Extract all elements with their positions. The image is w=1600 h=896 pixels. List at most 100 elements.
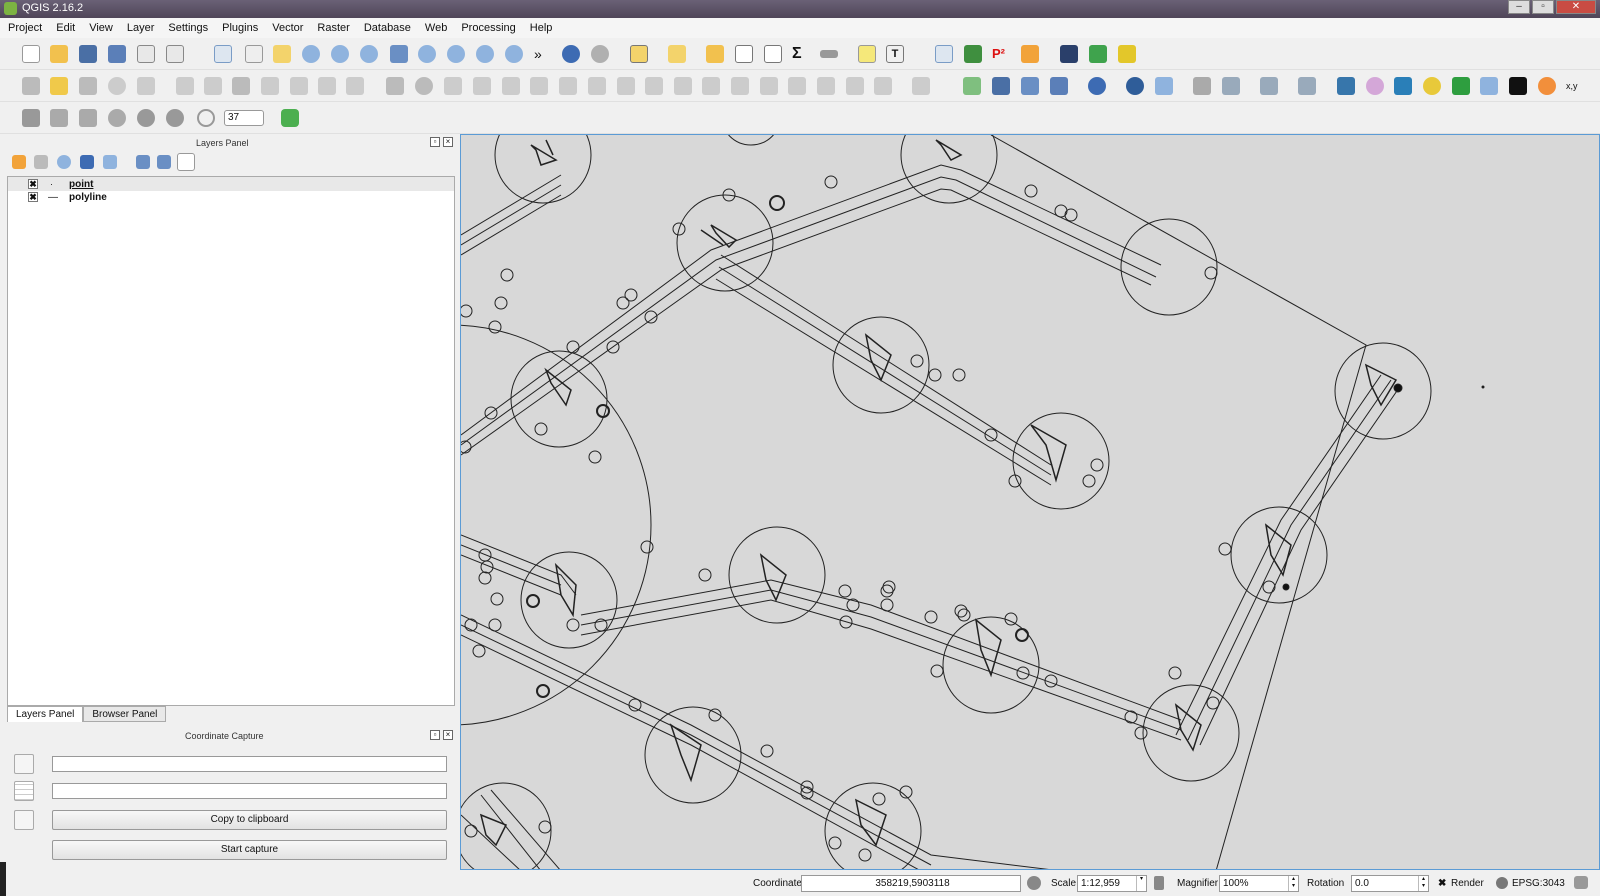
add-vector-layer-icon[interactable] [963,77,981,95]
digitize-circle-icon[interactable] [108,109,126,127]
pan-map-icon[interactable] [245,45,263,63]
delete-selected-icon[interactable] [232,77,250,95]
add-raster-layer-icon[interactable] [992,77,1010,95]
remove-layer-icon[interactable] [177,153,195,171]
touch-zoom-pan-icon[interactable] [214,45,232,63]
composer-manager-icon[interactable] [166,45,184,63]
field-calculator-icon[interactable] [764,45,782,63]
open-project-icon[interactable] [50,45,68,63]
green-plugin-icon[interactable] [1089,45,1107,63]
attribute-table-icon[interactable] [735,45,753,63]
zoom-full-icon[interactable] [390,45,408,63]
layer-item-point[interactable]: ✖ · point [8,177,454,191]
add-ring-icon[interactable] [559,77,577,95]
identify-features-icon[interactable] [562,45,580,63]
crs-globe-icon[interactable] [1496,877,1508,889]
crosshair-icon[interactable] [14,754,34,774]
pin-labels-icon[interactable] [386,77,404,95]
delete-part-icon[interactable] [674,77,692,95]
xy-tools-icon[interactable]: x,y [1566,77,1584,95]
virtual-layer-icon[interactable] [1298,77,1316,95]
zoom-layer-icon[interactable] [447,45,465,63]
cut-features-icon[interactable] [261,77,279,95]
save-as-icon[interactable] [108,45,126,63]
zoom-last-icon[interactable] [476,45,494,63]
rotate-feature-icon[interactable] [502,77,520,95]
globe-plugin-icon[interactable] [964,45,982,63]
digitize-ellipse-icon[interactable] [79,109,97,127]
map-tips-icon[interactable] [858,45,876,63]
run-feature-action-icon[interactable] [591,45,609,63]
processing-toolbox-icon[interactable] [1394,77,1412,95]
coordinate-capture-icon[interactable] [935,45,953,63]
expand-all-icon[interactable] [136,155,150,169]
line-plugin-icon[interactable] [1480,77,1498,95]
copy-to-clipboard-button[interactable]: Copy to clipboard [52,810,447,830]
style-manager-icon[interactable] [1366,77,1384,95]
add-spatialite-layer-icon[interactable] [1050,77,1068,95]
menu-project[interactable]: Project [8,22,42,34]
rotation-spinbox[interactable]: 0.0 ▴ ▾ [1351,875,1429,892]
coordinate-field-1[interactable] [52,756,447,772]
add-part-icon[interactable] [588,77,606,95]
simplify-feature-icon[interactable] [530,77,548,95]
collapse-all-icon[interactable] [157,155,171,169]
color-plugin-icon[interactable] [1538,77,1556,95]
magnifier-spinbox[interactable]: 100% ▴ ▾ [1219,875,1299,892]
merge-attributes-icon[interactable] [846,77,864,95]
menu-vector[interactable]: Vector [272,22,303,34]
undock-capture-icon[interactable]: ▫ [430,730,440,740]
add-circular-string-icon[interactable] [137,77,155,95]
redo-icon[interactable] [473,77,491,95]
maximize-button[interactable]: ▫ [1532,0,1554,14]
python-console-icon[interactable] [1337,77,1355,95]
filter-by-expression-icon[interactable] [103,155,117,169]
dark-layer-icon[interactable] [1060,45,1078,63]
zoom-in-icon[interactable] [302,45,320,63]
close-button[interactable]: ✕ [1556,0,1596,14]
geo-plugin-icon[interactable] [1423,77,1441,95]
tab-layers-panel[interactable]: Layers Panel [7,706,84,722]
menu-raster[interactable]: Raster [317,22,349,34]
add-group-icon[interactable] [34,155,48,169]
lock-scale-icon[interactable] [1154,876,1164,890]
menu-view[interactable]: View [89,22,113,34]
menu-layer[interactable]: Layer [127,22,155,34]
select-by-value-icon[interactable] [668,45,686,63]
zoom-out-icon[interactable] [331,45,349,63]
deselect-features-icon[interactable] [706,45,724,63]
coordinate-field-2[interactable] [52,783,447,799]
fill-ring-icon[interactable] [617,77,635,95]
spiral-tool-icon[interactable] [197,109,215,127]
coordinate-field[interactable]: 358219,5903118 [801,875,1021,892]
offset-point-icon[interactable] [912,77,930,95]
zoom-selection-icon[interactable] [418,45,436,63]
menu-plugins[interactable]: Plugins [222,22,258,34]
grid-crs-icon[interactable] [14,781,34,801]
close-capture-icon[interactable]: × [443,730,453,740]
select-features-icon[interactable] [630,45,648,63]
scale-combobox[interactable]: 1:12,959 ▾ [1077,875,1147,892]
new-shapefile-icon[interactable] [1222,77,1240,95]
spin-arrows-icon[interactable]: ▴ ▾ [1288,876,1298,891]
more-tools-icon[interactable]: » [534,45,552,63]
new-print-composer-icon[interactable] [137,45,155,63]
tab-browser-panel[interactable]: Browser Panel [83,706,167,722]
undo-icon[interactable] [444,77,462,95]
digitize-square-icon[interactable] [50,109,68,127]
map-crs-icon[interactable] [14,810,34,830]
filter-legend-icon[interactable] [80,155,94,169]
plugin-tool-icon[interactable] [1021,45,1039,63]
add-delimited-text-icon[interactable] [1193,77,1211,95]
split-parts-icon[interactable] [788,77,806,95]
add-wfs-layer-icon[interactable] [1155,77,1173,95]
osm-plugin-icon[interactable] [1509,77,1527,95]
polygon-plugin-icon[interactable] [281,109,299,127]
text-annotation-icon[interactable]: T [886,45,904,63]
zoom-next-icon[interactable] [505,45,523,63]
statistical-summary-icon[interactable]: Σ [792,45,810,63]
show-hide-labels-icon[interactable] [415,77,433,95]
rotate-point-symbols-icon[interactable] [874,77,892,95]
terrain-plugin-icon[interactable] [1452,77,1470,95]
current-edits-icon[interactable] [22,77,40,95]
